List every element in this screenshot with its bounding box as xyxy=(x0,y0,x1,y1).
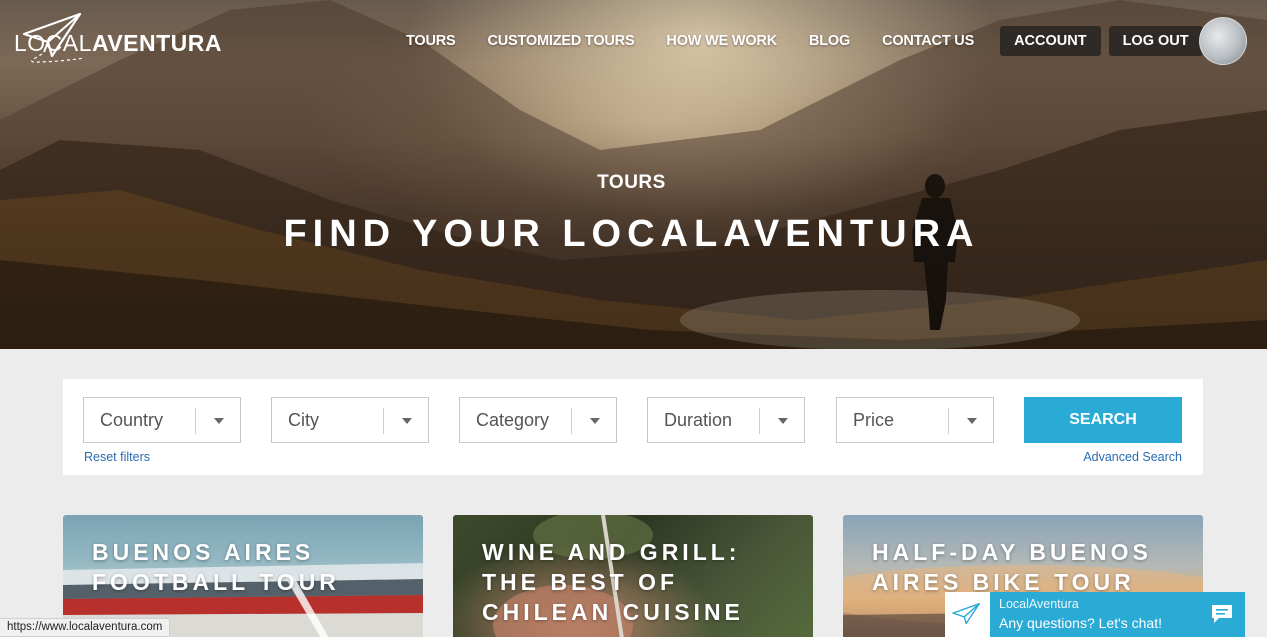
tour-card[interactable]: WINE AND GRILL: THE BEST OF CHILEAN CUIS… xyxy=(453,515,813,637)
chevron-down-icon xyxy=(214,418,224,424)
nav-blog[interactable]: BLOG xyxy=(795,26,864,56)
status-bar-url: https://www.localaventura.com xyxy=(0,618,171,637)
hero-banner: LOCALAVENTURA TOURS CUSTOMIZED TOURS HOW… xyxy=(0,0,1267,349)
chat-bubble-icon[interactable] xyxy=(1211,604,1233,624)
price-select[interactable]: Price xyxy=(836,397,994,443)
tour-card-title-line: HALF-DAY BUENOS xyxy=(872,539,1152,565)
duration-select-label: Duration xyxy=(664,410,733,430)
logout-button[interactable]: LOG OUT xyxy=(1108,26,1203,56)
account-button[interactable]: ACCOUNT xyxy=(1000,26,1101,56)
select-divider xyxy=(759,408,760,434)
tour-card-title: WINE AND GRILL: THE BEST OF CHILEAN CUIS… xyxy=(482,537,744,627)
chevron-down-icon xyxy=(778,418,788,424)
chat-logo xyxy=(945,592,990,637)
select-divider xyxy=(571,408,572,434)
search-button[interactable]: SEARCH xyxy=(1024,397,1182,443)
logo-text-bold: AVENTURA xyxy=(91,30,223,56)
nav-tours[interactable]: TOURS xyxy=(392,26,470,56)
chevron-down-icon xyxy=(402,418,412,424)
chat-widget[interactable]: LocalAventura Any questions? Let's chat! xyxy=(945,592,1245,637)
price-select-label: Price xyxy=(853,410,895,430)
page: LOCALAVENTURA TOURS CUSTOMIZED TOURS HOW… xyxy=(0,0,1267,637)
avatar[interactable] xyxy=(1199,17,1247,65)
tour-card-title-line: THE BEST OF xyxy=(482,569,679,595)
country-select-label: Country xyxy=(100,410,164,430)
chevron-down-icon xyxy=(967,418,977,424)
city-select[interactable]: City xyxy=(271,397,429,443)
nav-customized-tours[interactable]: CUSTOMIZED TOURS xyxy=(474,26,649,56)
site-logo[interactable]: LOCALAVENTURA xyxy=(14,12,223,63)
tour-card-title-line: WINE AND GRILL: xyxy=(482,539,741,565)
nav-contact-us[interactable]: CONTACT US xyxy=(868,26,988,56)
main-nav: TOURS CUSTOMIZED TOURS HOW WE WORK BLOG … xyxy=(392,26,1203,56)
select-divider xyxy=(195,408,196,434)
nav-how-we-work[interactable]: HOW WE WORK xyxy=(652,26,791,56)
hero-subtitle: TOURS xyxy=(597,172,666,193)
select-divider xyxy=(948,408,949,434)
tour-card-title: HALF-DAY BUENOS AIRES BIKE TOUR xyxy=(872,537,1152,597)
hero-title: FIND YOUR LOCALAVENTURA xyxy=(283,213,980,255)
select-divider xyxy=(383,408,384,434)
chat-name: LocalAventura xyxy=(999,597,1079,611)
category-select-label: Category xyxy=(476,410,550,430)
country-select[interactable]: Country xyxy=(83,397,241,443)
filter-panel: Country City Category Duration Price SEA… xyxy=(63,379,1203,475)
tour-card-title-line: FOOTBALL TOUR xyxy=(92,569,340,595)
tour-card-title-line: BUENOS AIRES xyxy=(92,539,315,565)
advanced-search-link[interactable]: Advanced Search xyxy=(1083,450,1182,464)
tour-card-title: BUENOS AIRES FOOTBALL TOUR xyxy=(92,537,340,597)
reset-filters-link[interactable]: Reset filters xyxy=(84,450,150,464)
duration-select[interactable]: Duration xyxy=(647,397,805,443)
paper-plane-icon xyxy=(951,602,980,624)
city-select-label: City xyxy=(288,410,319,430)
paper-plane-icon xyxy=(22,12,85,63)
chat-message: Any questions? Let's chat! xyxy=(999,615,1162,631)
tour-card-title-line: CHILEAN CUISINE xyxy=(482,599,744,625)
category-select[interactable]: Category xyxy=(459,397,617,443)
chevron-down-icon xyxy=(590,418,600,424)
